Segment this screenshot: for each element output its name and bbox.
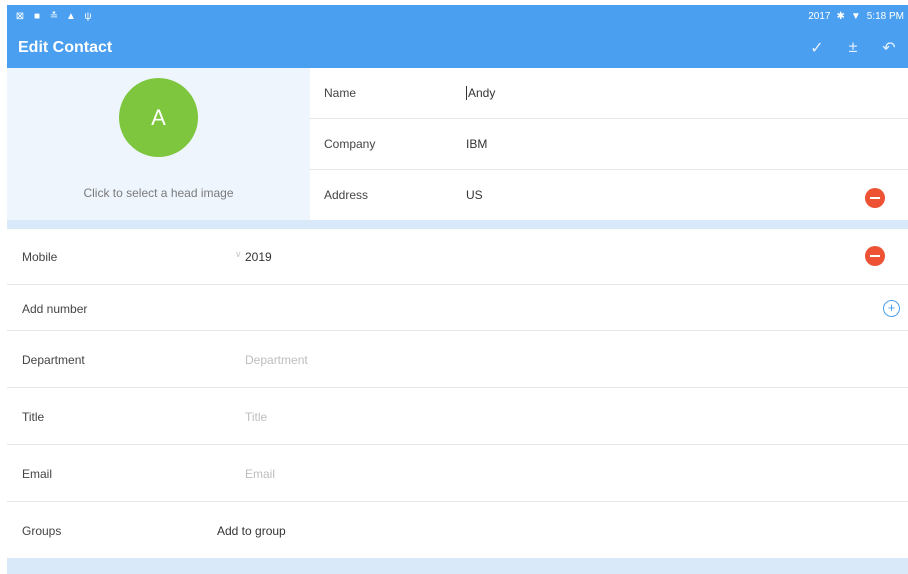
bottom-band [7, 558, 908, 574]
app-bar: Edit Contact ✓ ± ↶ [7, 27, 908, 68]
app-icon: ≛ [49, 10, 59, 22]
usb-icon: ψ [84, 10, 92, 22]
address-row: Address US [310, 170, 908, 220]
mobile-row: Mobile ∨ 2019 [7, 229, 908, 285]
app-bar-actions: ✓ ± ↶ [806, 38, 908, 58]
name-field[interactable]: Andy [466, 86, 495, 100]
status-bar: ⊠ ■ ≛ ▲ ψ 2017 ✱ ▼ 5:18 PM [7, 5, 908, 27]
avatar[interactable]: A [119, 78, 198, 157]
add-field-icon[interactable]: ± [842, 39, 864, 57]
company-label: Company [324, 137, 376, 151]
back-icon[interactable]: ↶ [878, 38, 900, 58]
notification-icon: ⊠ [15, 10, 25, 22]
confirm-icon[interactable]: ✓ [806, 38, 828, 58]
name-value: Andy [468, 86, 496, 100]
contact-info-panel: Name Andy Company IBM Address US [310, 68, 908, 220]
department-label: Department [22, 353, 85, 367]
company-field[interactable]: IBM [466, 137, 487, 151]
department-row: Department Department [7, 331, 908, 388]
email-row: Email Email [7, 445, 908, 502]
email-field[interactable]: Email [245, 467, 275, 481]
add-number-label: Add number [22, 302, 88, 316]
delete-address-icon[interactable] [865, 188, 885, 208]
status-time-label: 2017 [808, 10, 831, 22]
add-number-icon[interactable]: + [883, 300, 900, 317]
bluetooth-icon: ✱ [836, 10, 845, 22]
text-cursor [466, 86, 467, 100]
head-image-hint: Click to select a head image [83, 186, 234, 200]
add-to-group-button[interactable]: Add to group [217, 524, 286, 538]
add-number-row[interactable]: Add number + [7, 285, 908, 331]
name-row: Name Andy [310, 68, 908, 119]
name-label: Name [324, 86, 357, 100]
mobile-label: Mobile [22, 250, 58, 264]
company-row: Company IBM [310, 119, 908, 170]
address-label: Address [324, 188, 369, 202]
title-row: Title Title [7, 388, 908, 445]
address-field[interactable]: US [466, 188, 483, 202]
chevron-down-icon[interactable]: ∨ [235, 249, 242, 260]
title-label: Title [22, 410, 45, 424]
groups-row: Groups Add to group [7, 502, 908, 558]
warning-icon: ▲ [66, 10, 76, 22]
status-right: 2017 ✱ ▼ 5:18 PM [808, 11, 908, 22]
title-field[interactable]: Title [245, 410, 267, 424]
delete-mobile-icon[interactable] [865, 246, 885, 266]
page-title: Edit Contact [18, 38, 113, 56]
message-icon: ■ [33, 10, 41, 22]
wifi-icon: ▼ [850, 10, 861, 22]
status-left-icons: ⊠ ■ ≛ ▲ ψ [7, 10, 93, 22]
status-time: 5:18 PM [866, 10, 904, 22]
department-field[interactable]: Department [245, 353, 308, 367]
groups-label: Groups [22, 524, 62, 538]
head-image-panel[interactable]: A Click to select a head image [7, 68, 310, 220]
section-divider [7, 220, 908, 229]
mobile-field[interactable]: 2019 [245, 250, 272, 264]
email-label: Email [22, 467, 53, 481]
